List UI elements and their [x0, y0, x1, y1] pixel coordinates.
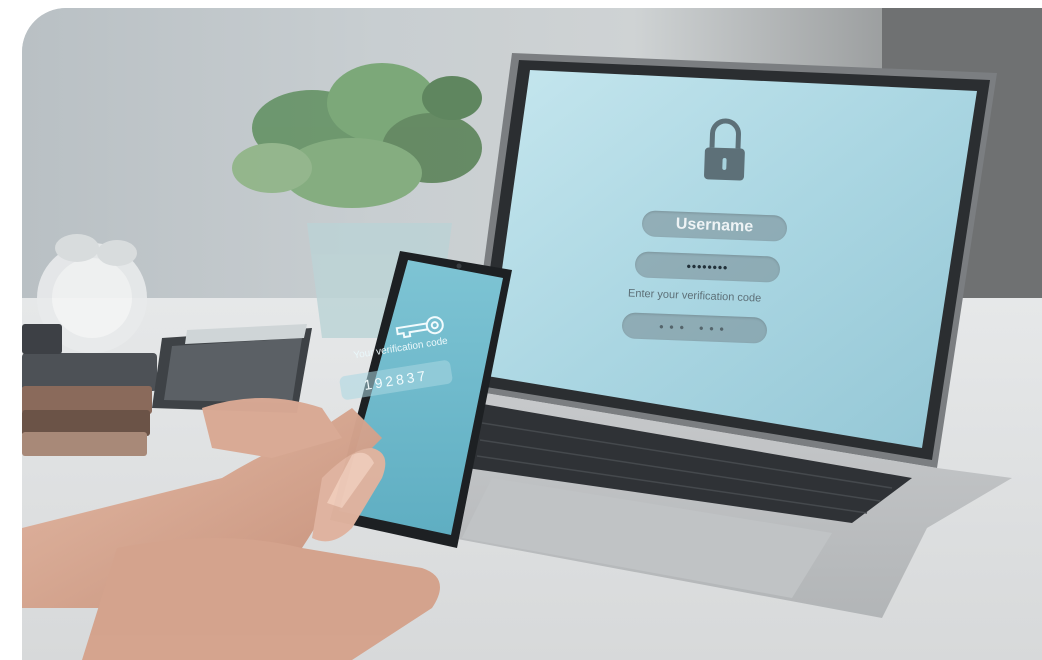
password-mask: •••••••• — [686, 259, 729, 275]
verification-code-field[interactable]: ••• ••• — [621, 312, 768, 344]
photo-frame: Username •••••••• Enter your verificatio… — [22, 8, 1042, 660]
scene — [22, 8, 1042, 660]
calculator — [152, 324, 312, 413]
code-mask: ••• ••• — [658, 319, 731, 337]
username-field[interactable]: Username — [641, 210, 788, 242]
password-field[interactable]: •••••••• — [634, 251, 781, 283]
username-label: Username — [675, 215, 754, 236]
